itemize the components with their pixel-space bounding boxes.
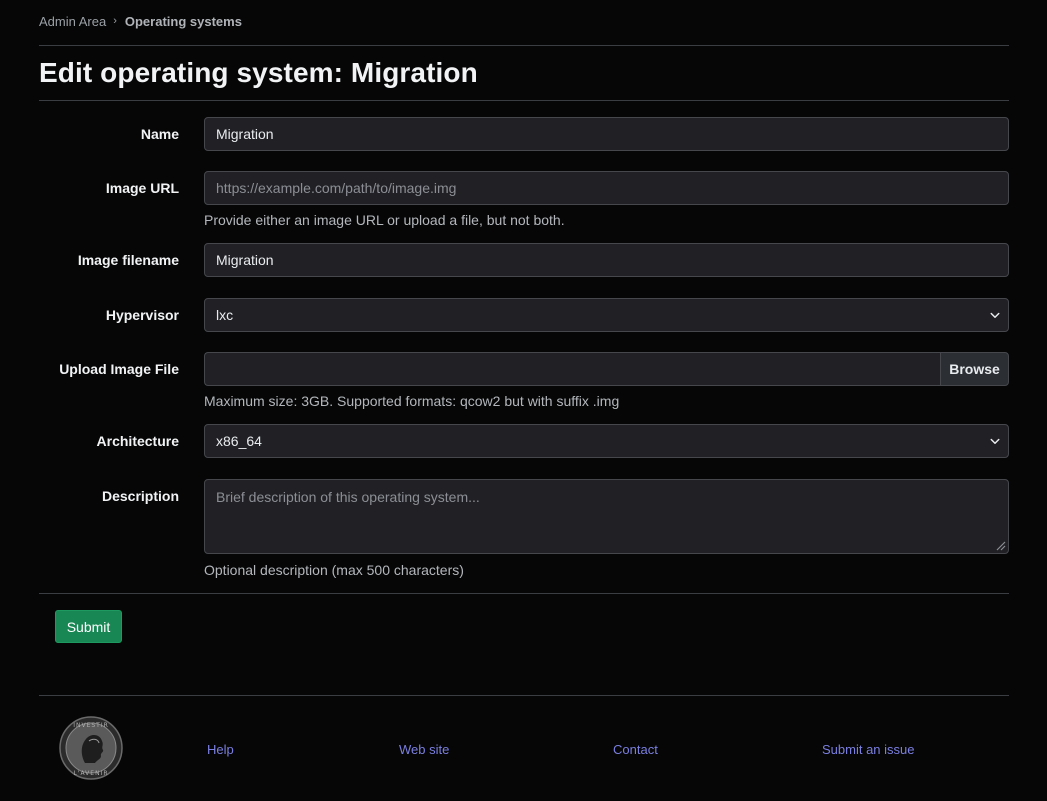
description-placeholder: Brief description of this operating syst… — [216, 489, 480, 505]
hypervisor-label: Hypervisor — [105, 307, 179, 323]
image-filename-input[interactable]: Migration — [204, 243, 1009, 277]
chevron-down-icon — [990, 312, 1000, 318]
upload-help: Maximum size: 3GB. Supported formats: qc… — [204, 393, 620, 409]
chevron-right-icon: › — [113, 15, 117, 27]
svg-text:INVESTIR: INVESTIR — [73, 722, 109, 729]
upload-label: Upload Image File — [59, 361, 179, 377]
chevron-down-icon — [990, 438, 1000, 444]
image-url-help: Provide either an image URL or upload a … — [204, 212, 565, 228]
submit-button[interactable]: Submit — [55, 610, 122, 643]
hypervisor-select[interactable]: lxc — [204, 298, 1009, 332]
image-filename-label: Image filename — [77, 252, 179, 268]
investir-lavenir-logo: INVESTIR L'AVENIR — [59, 716, 123, 780]
footer-divider — [39, 695, 1009, 696]
title-divider — [39, 100, 1009, 101]
architecture-selected-value: x86_64 — [216, 433, 262, 449]
breadcrumb-current: Operating systems — [124, 13, 242, 29]
image-url-input[interactable]: https://example.com/path/to/image.img — [204, 171, 1009, 205]
page-title: Edit operating system: Migration — [39, 57, 478, 88]
description-label: Description — [101, 488, 179, 504]
name-label: Name — [140, 126, 179, 142]
footer-link-help[interactable]: Help — [207, 742, 234, 757]
architecture-label: Architecture — [96, 433, 179, 449]
footer-link-submit-issue[interactable]: Submit an issue — [822, 742, 915, 757]
upload-file-field[interactable] — [204, 352, 940, 386]
header-divider — [39, 45, 1009, 46]
form-divider — [39, 593, 1009, 594]
footer-link-website[interactable]: Web site — [399, 742, 449, 757]
breadcrumb: Admin Area › Operating systems — [39, 13, 242, 29]
hypervisor-selected-value: lxc — [216, 307, 234, 323]
architecture-select[interactable]: x86_64 — [204, 424, 1009, 458]
page: Admin Area › Operating systems Edit oper… — [0, 0, 1047, 801]
footer-link-contact[interactable]: Contact — [613, 742, 658, 757]
resize-grip-icon[interactable] — [994, 539, 1006, 551]
svg-text:L'AVENIR: L'AVENIR — [73, 770, 108, 777]
image-url-label: Image URL — [105, 180, 179, 196]
upload-file-input[interactable]: Browse — [204, 352, 1009, 386]
breadcrumb-admin-area-link[interactable]: Admin Area — [39, 14, 106, 29]
description-help: Optional description (max 500 characters… — [204, 562, 464, 578]
browse-button[interactable]: Browse — [940, 352, 1009, 386]
description-textarea[interactable]: Brief description of this operating syst… — [204, 479, 1009, 554]
name-input[interactable]: Migration — [204, 117, 1009, 151]
